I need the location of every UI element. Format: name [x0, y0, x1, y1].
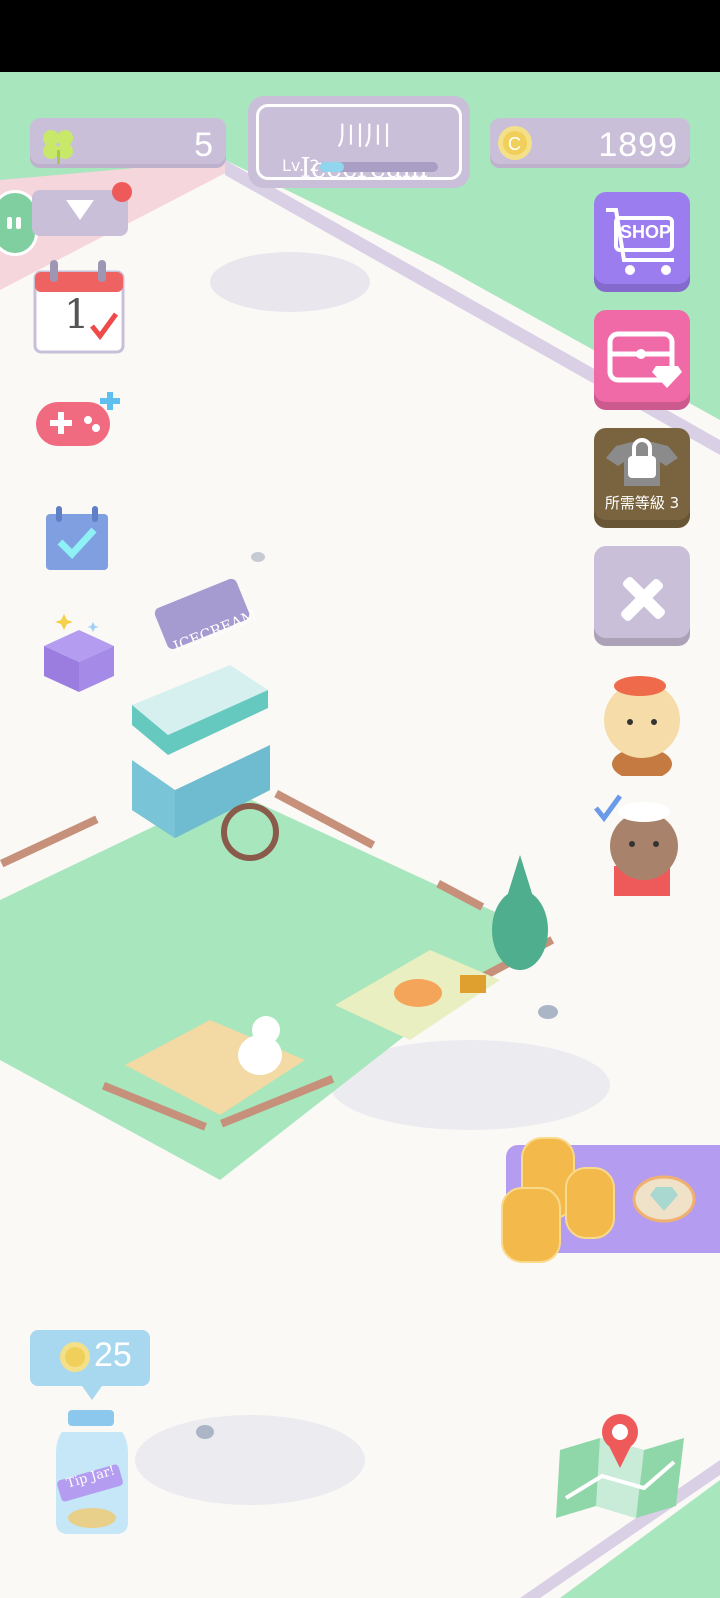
level-label: Lv. 2 — [282, 156, 320, 175]
coin-icon — [58, 1340, 92, 1378]
store-name-plate[interactable]: 川川 Icecream Lv. 2 — [248, 96, 470, 188]
shop-button[interactable]: SHOP — [594, 192, 690, 292]
clover-count: 5 — [194, 126, 214, 164]
gift-box-icon — [44, 614, 114, 692]
minigame-button[interactable] — [34, 392, 124, 456]
tasks-button[interactable] — [44, 506, 110, 576]
map-icon[interactable] — [552, 1410, 692, 1526]
treasure-chest-button[interactable] — [594, 310, 690, 410]
shop-label: SHOP — [620, 222, 672, 242]
clover-icon — [38, 124, 78, 169]
notification-dot — [112, 182, 132, 202]
clover-counter[interactable]: 5 — [30, 118, 226, 168]
dropdown-button[interactable] — [32, 182, 132, 236]
locked-level-label: 所需等級 3 — [604, 494, 680, 512]
tip-amount-bubble[interactable]: 25 — [30, 1330, 150, 1400]
coin-counter[interactable]: C 1899 — [490, 118, 690, 168]
tip-coin-amount: 25 — [94, 1336, 132, 1374]
dropdown-icon — [66, 200, 94, 226]
gift-box-button[interactable] — [36, 612, 122, 696]
calendar-day: 1 — [64, 292, 90, 338]
coin-stack-icon[interactable] — [500, 1118, 630, 1272]
tools-button[interactable] — [594, 546, 690, 646]
locked-shirt-icon — [606, 438, 678, 486]
locked-wardrobe-button[interactable]: 所需等級 3 — [594, 428, 690, 528]
tip-jar-icon[interactable]: Tip Jar! — [52, 1410, 132, 1542]
tools-icon — [621, 577, 665, 621]
diamond-icon — [632, 1175, 696, 1227]
poodle-chef-avatar[interactable] — [592, 664, 692, 780]
checklist-icon — [46, 506, 108, 570]
level-progress-bar — [320, 162, 438, 172]
treasure-chest-icon — [607, 331, 682, 388]
cat-chef-avatar[interactable] — [590, 788, 694, 902]
coin-count: 1899 — [598, 126, 678, 164]
status-bar — [0, 0, 720, 72]
level-progress-fill — [320, 162, 344, 172]
coin-icon: C — [496, 124, 534, 167]
svg-text:C: C — [508, 134, 521, 154]
daily-calendar-button[interactable]: 1 — [30, 258, 126, 358]
gamepad-plus-icon — [36, 392, 120, 446]
